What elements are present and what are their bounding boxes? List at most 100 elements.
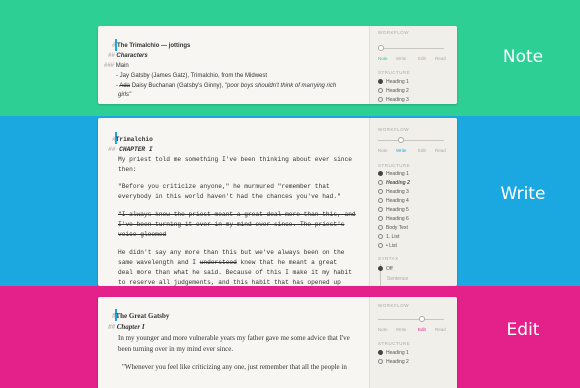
doc-line: - Jay Gatsby (James Gatz), Trimalchio, f… bbox=[116, 73, 268, 79]
line-text: knew that he meant a great bbox=[236, 259, 338, 266]
doc-line: same wavelength and I understood knew th… bbox=[118, 259, 337, 266]
structure-label: STRUCTURE bbox=[378, 341, 411, 346]
doc-line: "Whenever you feel like criticizing any … bbox=[122, 363, 347, 371]
syntax-option[interactable]: Sentence bbox=[387, 276, 408, 282]
doc-title-line: #Trimalchio bbox=[112, 136, 153, 143]
radio-icon bbox=[378, 88, 383, 93]
doc-line-struck: "I always knew the priest meant a great … bbox=[118, 211, 356, 218]
structure-option[interactable]: • List bbox=[378, 243, 397, 249]
heading-marker: ## bbox=[108, 53, 115, 59]
structure-option-label: Heading 3 bbox=[386, 97, 409, 103]
radio-icon bbox=[378, 225, 383, 230]
structure-option[interactable]: Heading 2 bbox=[378, 88, 409, 94]
workflow-mode-note[interactable]: Note bbox=[378, 56, 388, 61]
workflow-mode-note[interactable]: Note bbox=[378, 327, 388, 332]
radio-selected-icon bbox=[378, 266, 383, 271]
structure-option-label: Heading 2 bbox=[386, 180, 410, 186]
workflow-slider-knob[interactable] bbox=[378, 45, 384, 51]
doc-line: In my younger and more vulnerable years … bbox=[118, 334, 350, 342]
radio-icon bbox=[378, 198, 383, 203]
structure-label: STRUCTURE bbox=[378, 163, 411, 168]
workflow-slider[interactable] bbox=[378, 45, 444, 51]
edit-window: #The Great Gatsby ## Chapter I In my you… bbox=[98, 297, 457, 388]
structure-option[interactable]: Body Text bbox=[378, 225, 408, 231]
doc-section: Main bbox=[115, 63, 129, 69]
structure-option-label: Heading 4 bbox=[386, 198, 409, 204]
doc-line: to reserve all judgements, and this habi… bbox=[118, 279, 341, 286]
workflow-mode-read[interactable]: Read bbox=[435, 327, 446, 332]
workflow-label: WORKFLOW bbox=[378, 30, 409, 35]
radio-icon bbox=[378, 189, 383, 194]
structure-option[interactable]: Heading 1 bbox=[378, 171, 409, 177]
mode-title-note: Note bbox=[502, 47, 544, 67]
doc-subtitle: Chapter I bbox=[116, 323, 145, 331]
doc-line: everybody in this world haven't had the … bbox=[118, 193, 341, 200]
workflow-mode-note[interactable]: Note bbox=[378, 148, 388, 153]
doc-line: been turning over in my mind ever since. bbox=[118, 345, 234, 353]
doc-subtitle: Characters bbox=[116, 53, 148, 59]
syntax-label: SYNTAX bbox=[378, 256, 399, 261]
heading-marker: ### bbox=[104, 63, 115, 69]
doc-line: My priest told me something I've been th… bbox=[118, 156, 352, 163]
doc-line: - Ada Daisy Buchanan (Gatsby's Ginny), "… bbox=[116, 83, 336, 89]
write-document[interactable]: #Trimalchio ## CHAPTER I My priest told … bbox=[98, 118, 369, 286]
structure-option[interactable]: Heading 2 bbox=[378, 359, 409, 365]
doc-line: then: bbox=[118, 166, 137, 173]
structure-option-label: Heading 2 bbox=[386, 359, 409, 365]
line-text: Daisy Buchanan (Gatsby's Ginny), bbox=[130, 83, 225, 89]
structure-label: STRUCTURE bbox=[378, 70, 411, 75]
workflow-mode-edit[interactable]: Edit bbox=[418, 327, 426, 332]
doc-subtitle-line: ## Characters bbox=[108, 53, 148, 59]
doc-line-struck: voice gloomed bbox=[118, 231, 167, 238]
syntax-option[interactable]: Off bbox=[378, 266, 393, 272]
edit-sidebar: WORKFLOW Note Write Edit Read STRUCTURE … bbox=[369, 297, 457, 388]
structure-option[interactable]: Heading 1 bbox=[378, 350, 409, 356]
structure-option[interactable]: Heading 5 bbox=[378, 207, 409, 213]
doc-subtitle-line: ## CHAPTER I bbox=[108, 146, 153, 153]
heading-marker: ## bbox=[108, 146, 116, 153]
doc-title: The Trimalchio — jottings bbox=[117, 43, 191, 49]
doc-subtitle-line: ## Chapter I bbox=[108, 323, 145, 331]
workflow-slider[interactable] bbox=[378, 316, 444, 322]
syntax-option-label: Off bbox=[386, 266, 393, 272]
structure-option[interactable]: Heading 6 bbox=[378, 216, 409, 222]
doc-line-struck: I've been turning it over in my mind eve… bbox=[118, 221, 345, 228]
doc-line: "Before you criticize anyone," he murmur… bbox=[118, 183, 330, 190]
edit-document[interactable]: #The Great Gatsby ## Chapter I In my you… bbox=[98, 297, 369, 388]
structure-option[interactable]: 1. List bbox=[378, 234, 399, 240]
workflow-mode-read[interactable]: Read bbox=[435, 148, 446, 153]
structure-option-label: • List bbox=[386, 243, 397, 249]
workflow-mode-edit[interactable]: Edit bbox=[418, 148, 426, 153]
workflow-label: WORKFLOW bbox=[378, 127, 409, 132]
radio-selected-icon bbox=[378, 350, 383, 355]
radio-icon bbox=[378, 180, 383, 185]
workflow-slider-knob[interactable] bbox=[419, 316, 425, 322]
italic-text: "poor boys shouldn't think of marrying r… bbox=[224, 83, 337, 89]
radio-selected-icon bbox=[378, 79, 383, 84]
write-sidebar: WORKFLOW Note Write Edit Read STRUCTURE … bbox=[369, 118, 457, 286]
structure-option-label: Heading 1 bbox=[386, 79, 409, 85]
workflow-mode-write[interactable]: Write bbox=[396, 327, 406, 332]
structure-option[interactable]: Heading 3 bbox=[378, 189, 409, 195]
structure-option[interactable]: Heading 3 bbox=[378, 97, 409, 103]
workflow-mode-write[interactable]: Write bbox=[396, 56, 406, 61]
note-document[interactable]: # The Trimalchio — jottings ## Character… bbox=[98, 26, 369, 104]
structure-option[interactable]: Heading 1 bbox=[378, 79, 409, 85]
radio-icon bbox=[378, 97, 383, 102]
mode-title-write: Write bbox=[500, 184, 546, 204]
structure-option[interactable]: Heading 2 bbox=[378, 180, 410, 186]
workflow-slider[interactable] bbox=[378, 137, 444, 143]
structure-option[interactable]: Heading 4 bbox=[378, 198, 409, 204]
write-mode-band: Write #Trimalchio ## CHAPTER I My priest… bbox=[0, 116, 580, 286]
workflow-slider-knob[interactable] bbox=[398, 137, 404, 143]
heading-marker: # bbox=[112, 43, 116, 49]
doc-title: The Great Gatsby bbox=[115, 312, 170, 320]
doc-line: girls" bbox=[118, 92, 132, 98]
workflow-mode-edit[interactable]: Edit bbox=[418, 56, 426, 61]
workflow-mode-read[interactable]: Read bbox=[435, 56, 446, 61]
workflow-mode-write[interactable]: Write bbox=[396, 148, 406, 153]
radio-icon bbox=[378, 216, 383, 221]
struck-text: Ada bbox=[119, 83, 131, 89]
structure-option-label: 1. List bbox=[386, 234, 400, 240]
structure-option-label: Heading 5 bbox=[386, 207, 409, 213]
